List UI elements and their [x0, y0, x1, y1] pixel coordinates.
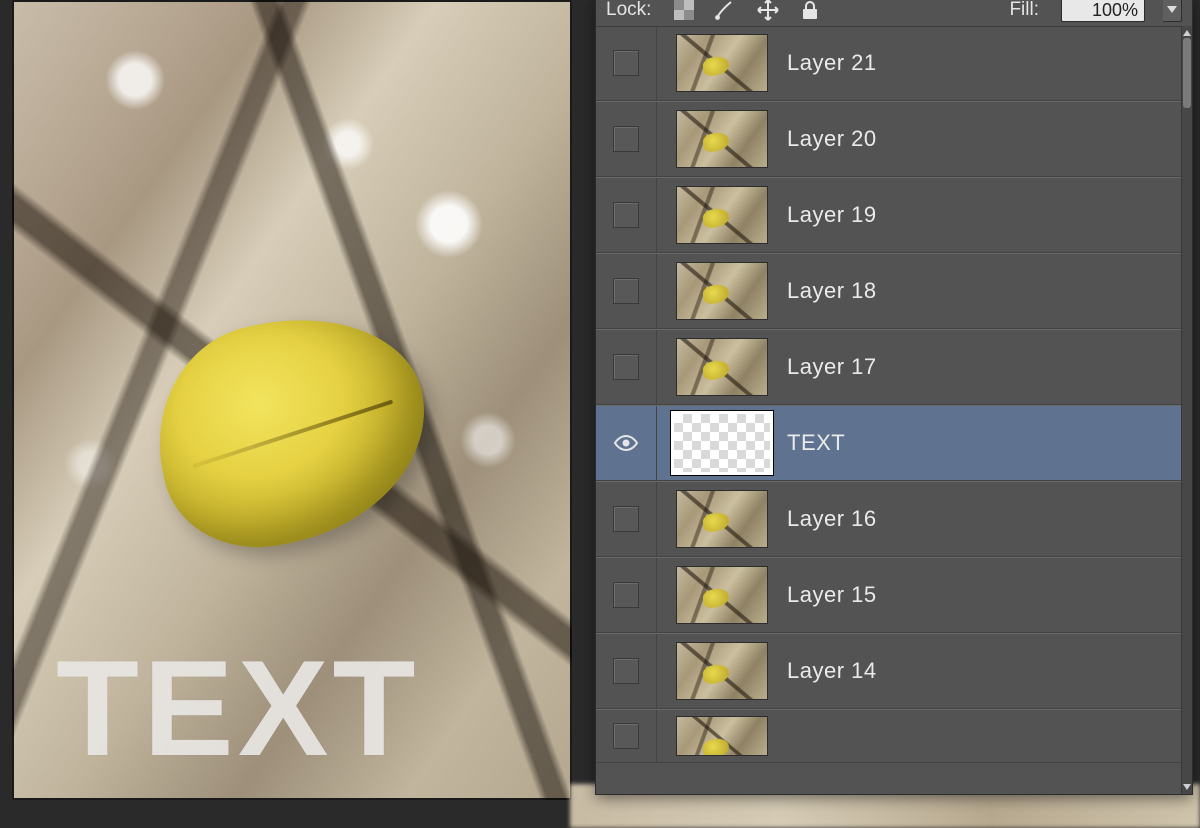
layer-row[interactable]: Layer 20 [596, 101, 1182, 177]
canvas-text-overlay: TEXT [56, 640, 420, 776]
layer-thumbnail[interactable] [676, 110, 768, 168]
layer-thumbnail[interactable] [676, 262, 768, 320]
visibility-box [613, 354, 639, 380]
layer-row[interactable]: Layer 18 [596, 253, 1182, 329]
visibility-toggle[interactable] [596, 710, 657, 762]
layer-thumbnail[interactable] [676, 338, 768, 396]
move-icon[interactable] [755, 0, 781, 23]
visibility-box [613, 582, 639, 608]
layer-thumbnail-cell [657, 262, 787, 320]
layer-thumbnail-cell [657, 411, 787, 475]
layer-row[interactable]: Layer 14 [596, 633, 1182, 709]
visibility-box [613, 506, 639, 532]
document-canvas[interactable]: TEXT [12, 0, 572, 800]
layer-thumbnail-cell [657, 186, 787, 244]
visibility-box [613, 202, 639, 228]
layer-list[interactable]: Layer 21 Layer 20 Layer 19 Layer 18 Layer 17… [596, 26, 1182, 794]
layer-name[interactable]: Layer 21 [787, 50, 1182, 76]
layer-name[interactable]: Layer 16 [787, 506, 1182, 532]
layer-row[interactable]: Layer 19 [596, 177, 1182, 253]
visibility-toggle[interactable] [596, 254, 657, 328]
transparency-icon[interactable] [673, 0, 695, 21]
scroll-up-icon[interactable] [1182, 28, 1192, 38]
layer-row[interactable]: Layer 16 [596, 481, 1182, 557]
lock-icon[interactable] [799, 0, 821, 21]
layer-name[interactable]: Layer 15 [787, 582, 1182, 608]
fill-value-field[interactable]: 100% [1061, 0, 1145, 22]
layer-thumbnail-cell [657, 716, 787, 756]
visibility-toggle[interactable] [596, 406, 657, 480]
layer-row[interactable]: Layer 21 [596, 26, 1182, 101]
visibility-box [613, 723, 639, 749]
layer-row[interactable]: Layer 17 [596, 329, 1182, 405]
visibility-box [613, 126, 639, 152]
layer-name[interactable]: Layer 20 [787, 126, 1182, 152]
layers-panel: Lock: Fil [596, 0, 1192, 794]
layer-thumbnail[interactable] [676, 716, 768, 756]
layers-scrollbar[interactable] [1181, 26, 1192, 794]
layer-thumbnail-cell [657, 338, 787, 396]
visibility-toggle[interactable] [596, 558, 657, 632]
layer-thumbnail[interactable] [676, 490, 768, 548]
eye-icon [613, 433, 639, 453]
layer-thumbnail[interactable] [676, 186, 768, 244]
layer-thumbnail[interactable] [676, 566, 768, 624]
layer-row[interactable]: Layer 15 [596, 557, 1182, 633]
visibility-toggle[interactable] [596, 102, 657, 176]
layer-name[interactable]: TEXT [787, 430, 1182, 456]
layer-name[interactable]: Layer 14 [787, 658, 1182, 684]
layer-thumbnail-cell [657, 110, 787, 168]
layer-thumbnail[interactable] [671, 411, 773, 475]
brush-icon[interactable] [713, 0, 737, 22]
visibility-box [613, 278, 639, 304]
scrollbar-thumb[interactable] [1183, 38, 1191, 108]
visibility-toggle[interactable] [596, 178, 657, 252]
layer-name[interactable]: Layer 18 [787, 278, 1182, 304]
fill-dropdown[interactable] [1163, 0, 1182, 22]
layer-row[interactable]: TEXT [596, 405, 1182, 481]
visibility-toggle[interactable] [596, 26, 657, 100]
scroll-down-icon[interactable] [1182, 782, 1192, 792]
visibility-toggle[interactable] [596, 330, 657, 404]
layer-thumbnail[interactable] [676, 34, 768, 92]
visibility-toggle[interactable] [596, 482, 657, 556]
fill-label: Fill: [1009, 0, 1039, 21]
layer-thumbnail-cell [657, 642, 787, 700]
layer-row[interactable] [596, 709, 1182, 763]
lock-bar: Lock: Fil [596, 0, 1192, 27]
visibility-box [613, 658, 639, 684]
visibility-toggle[interactable] [596, 634, 657, 708]
visibility-box [613, 50, 639, 76]
layer-thumbnail-cell [657, 566, 787, 624]
layer-thumbnail-cell [657, 490, 787, 548]
lock-label: Lock: [606, 0, 651, 21]
layer-name[interactable]: Layer 19 [787, 202, 1182, 228]
layer-thumbnail[interactable] [676, 642, 768, 700]
leaf-shape [137, 294, 447, 565]
layer-name[interactable]: Layer 17 [787, 354, 1182, 380]
layer-thumbnail-cell [657, 34, 787, 92]
